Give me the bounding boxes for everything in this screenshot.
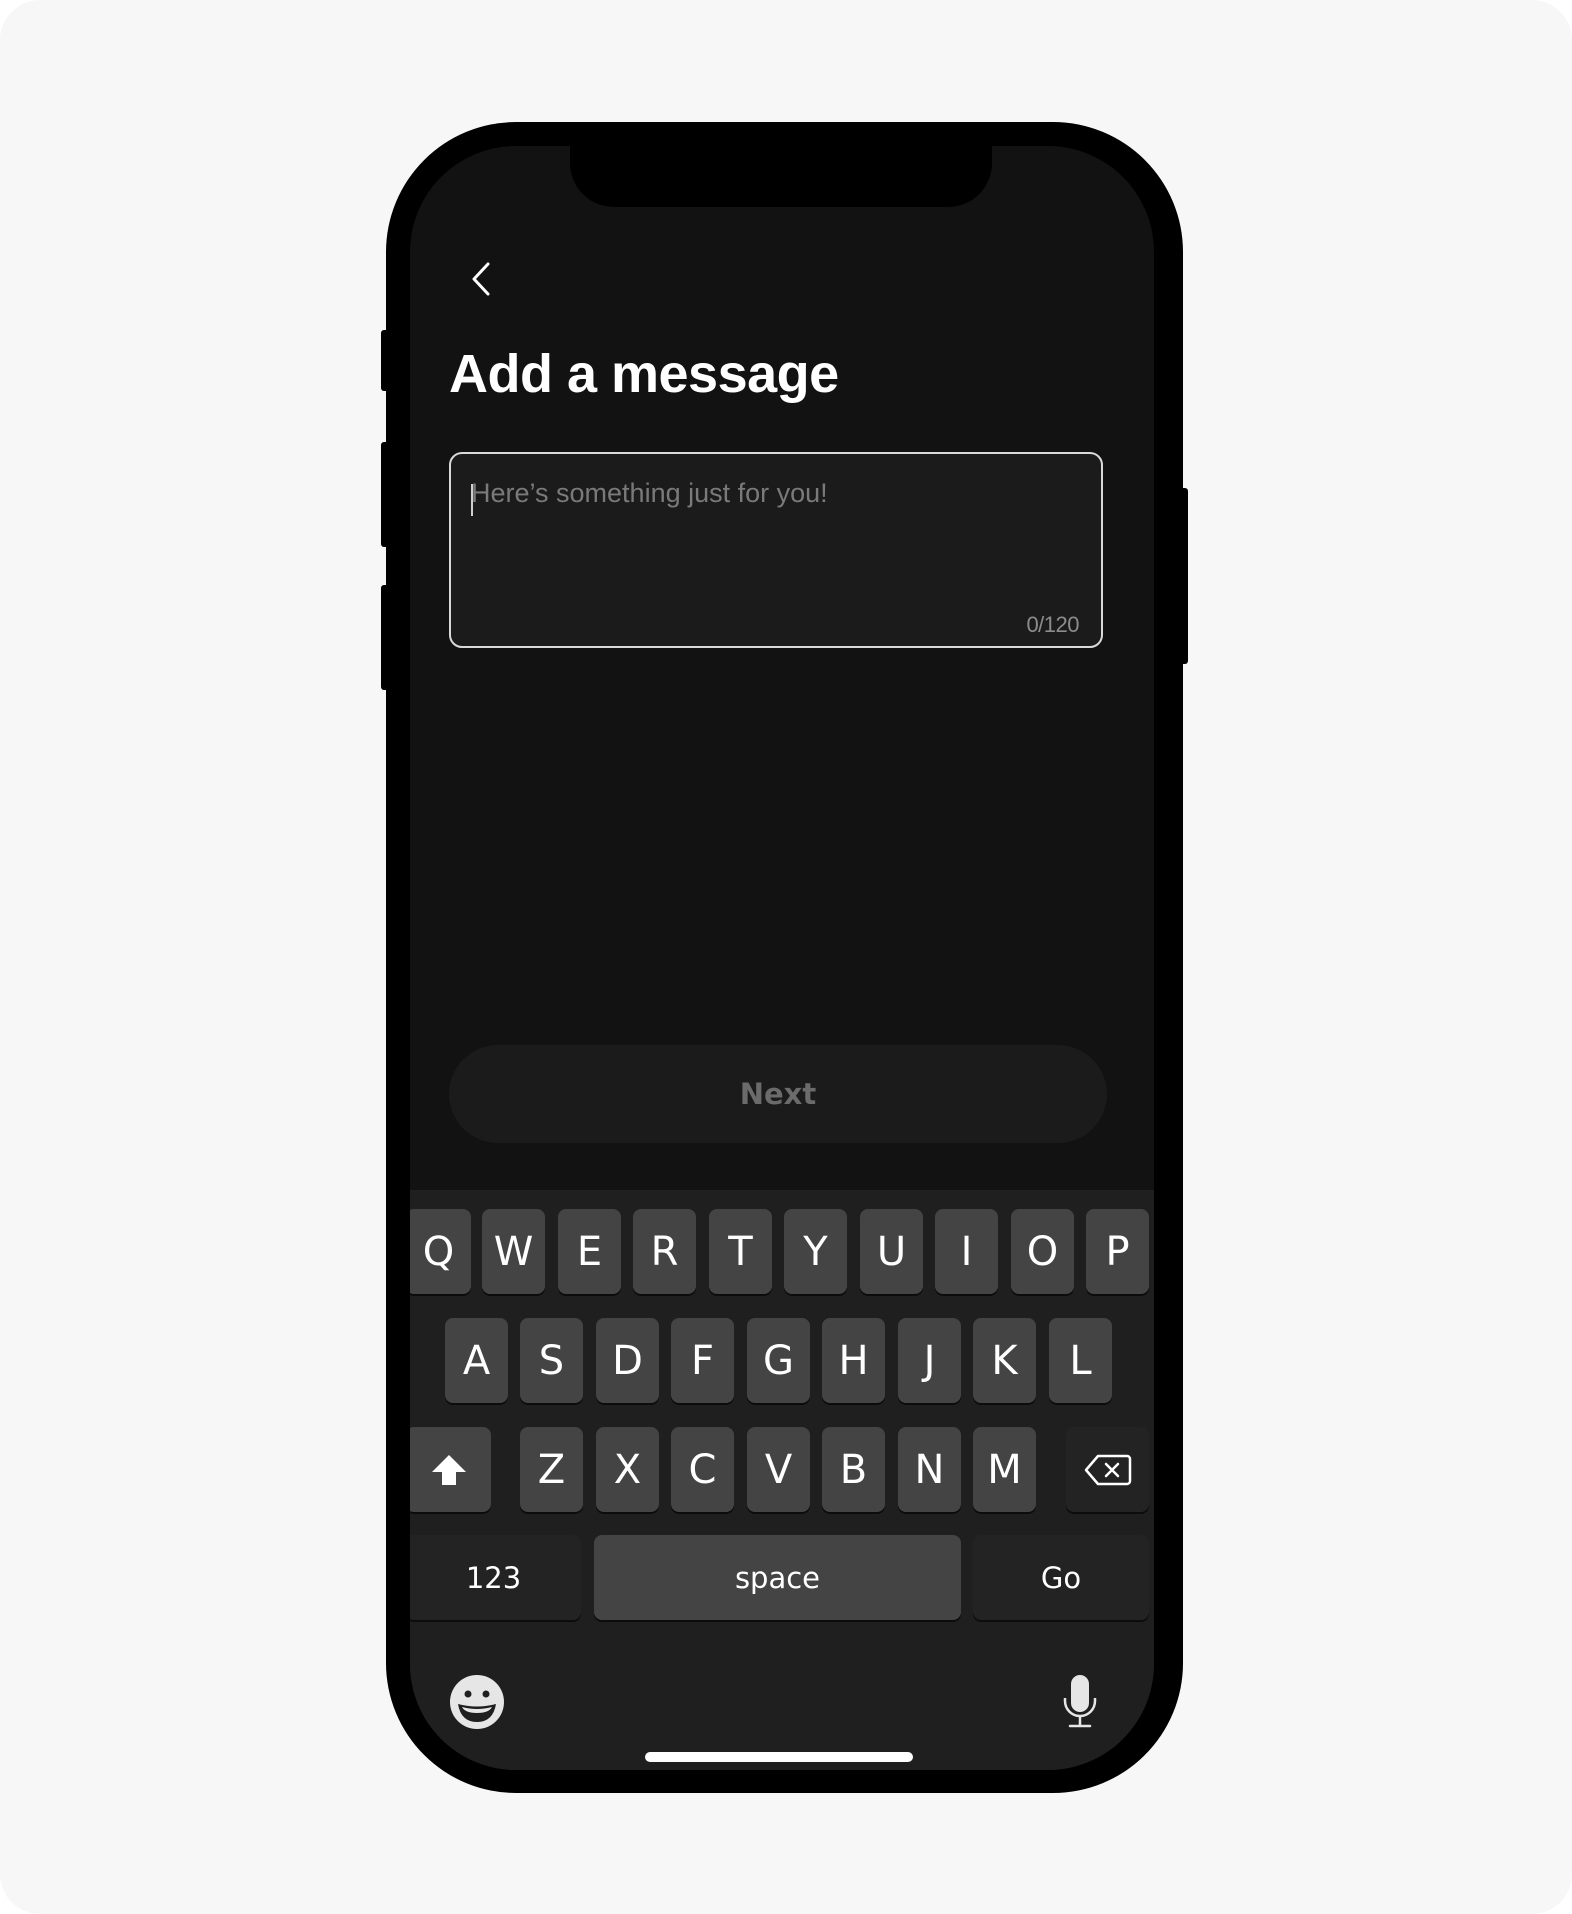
space-key[interactable]: space — [594, 1535, 961, 1620]
key-k[interactable]: K — [973, 1318, 1036, 1403]
key-d[interactable]: D — [596, 1318, 659, 1403]
next-button[interactable]: Next — [449, 1045, 1107, 1143]
key-y[interactable]: Y — [784, 1209, 847, 1294]
page-title: Add a message — [449, 344, 839, 404]
key-p[interactable]: P — [1086, 1209, 1149, 1294]
key-u[interactable]: U — [860, 1209, 923, 1294]
key-n[interactable]: N — [898, 1427, 961, 1512]
key-b[interactable]: B — [822, 1427, 885, 1512]
go-key[interactable]: Go — [973, 1535, 1149, 1620]
key-i[interactable]: I — [935, 1209, 998, 1294]
numbers-key[interactable]: 123 — [410, 1535, 581, 1620]
home-indicator[interactable] — [645, 1752, 913, 1762]
character-counter: 0/120 — [1026, 612, 1079, 637]
key-w[interactable]: W — [482, 1209, 545, 1294]
key-l[interactable]: L — [1049, 1318, 1112, 1403]
key-a[interactable]: A — [445, 1318, 508, 1403]
key-v[interactable]: V — [747, 1427, 810, 1512]
backspace-icon — [1084, 1454, 1131, 1485]
key-o[interactable]: O — [1011, 1209, 1074, 1294]
key-g[interactable]: G — [747, 1318, 810, 1403]
key-s[interactable]: S — [520, 1318, 583, 1403]
phone-notch — [570, 146, 992, 207]
key-z[interactable]: Z — [520, 1427, 583, 1512]
message-input[interactable] — [471, 478, 1071, 588]
message-field[interactable]: 0/120 — [449, 452, 1103, 648]
backspace-key[interactable] — [1066, 1427, 1149, 1512]
key-e[interactable]: E — [558, 1209, 621, 1294]
key-f[interactable]: F — [671, 1318, 734, 1403]
emoji-smile-icon — [450, 1675, 504, 1729]
shift-arrow-icon — [431, 1454, 466, 1485]
phone-screen: Add a message 0/120 Next Q W E R T Y U I… — [410, 146, 1154, 1770]
key-c[interactable]: C — [671, 1427, 734, 1512]
microphone-button[interactable] — [1050, 1670, 1110, 1734]
key-j[interactable]: J — [898, 1318, 961, 1403]
microphone-icon — [1063, 1675, 1097, 1728]
shift-key[interactable] — [410, 1427, 491, 1512]
chevron-left-icon — [472, 262, 490, 296]
key-t[interactable]: T — [709, 1209, 772, 1294]
key-h[interactable]: H — [822, 1318, 885, 1403]
key-q[interactable]: Q — [410, 1209, 471, 1294]
onscreen-keyboard: Q W E R T Y U I O P A S D F G H J K L Z … — [410, 1190, 1154, 1770]
back-button[interactable] — [450, 246, 510, 306]
key-r[interactable]: R — [633, 1209, 696, 1294]
text-cursor — [471, 484, 473, 516]
key-x[interactable]: X — [596, 1427, 659, 1512]
key-m[interactable]: M — [973, 1427, 1036, 1512]
emoji-button[interactable] — [447, 1675, 507, 1735]
